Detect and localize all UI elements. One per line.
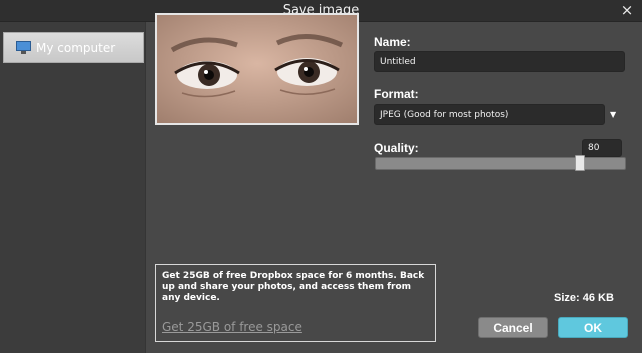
eyes-photo [157, 15, 357, 123]
quality-value-input[interactable]: 80 [582, 139, 622, 157]
name-input[interactable]: Untitled [374, 51, 625, 72]
location-sidebar: My computer [0, 22, 146, 353]
quality-slider[interactable] [375, 157, 626, 170]
image-preview [155, 13, 359, 125]
quality-slider-handle[interactable] [574, 155, 585, 171]
sidebar-item-label: My computer [36, 40, 116, 55]
quality-label: Quality: [374, 141, 419, 155]
name-label: Name: [374, 35, 411, 49]
format-select[interactable]: JPEG (Good for most photos) [374, 104, 605, 125]
format-label: Format: [374, 87, 419, 101]
chevron-down-icon[interactable]: ▼ [610, 110, 616, 119]
ok-button[interactable]: OK [558, 317, 628, 338]
promo-text: Get 25GB of free Dropbox space for 6 mon… [162, 271, 425, 303]
file-size-label: Size: 46 KB [554, 292, 614, 304]
dropbox-promo: Get 25GB of free Dropbox space for 6 mon… [155, 264, 436, 342]
cancel-button[interactable]: Cancel [478, 317, 548, 338]
close-icon[interactable]: × [618, 1, 636, 19]
promo-link[interactable]: Get 25GB of free space [162, 320, 302, 334]
sidebar-item-my-computer[interactable]: My computer [3, 32, 144, 63]
monitor-icon [16, 41, 31, 54]
